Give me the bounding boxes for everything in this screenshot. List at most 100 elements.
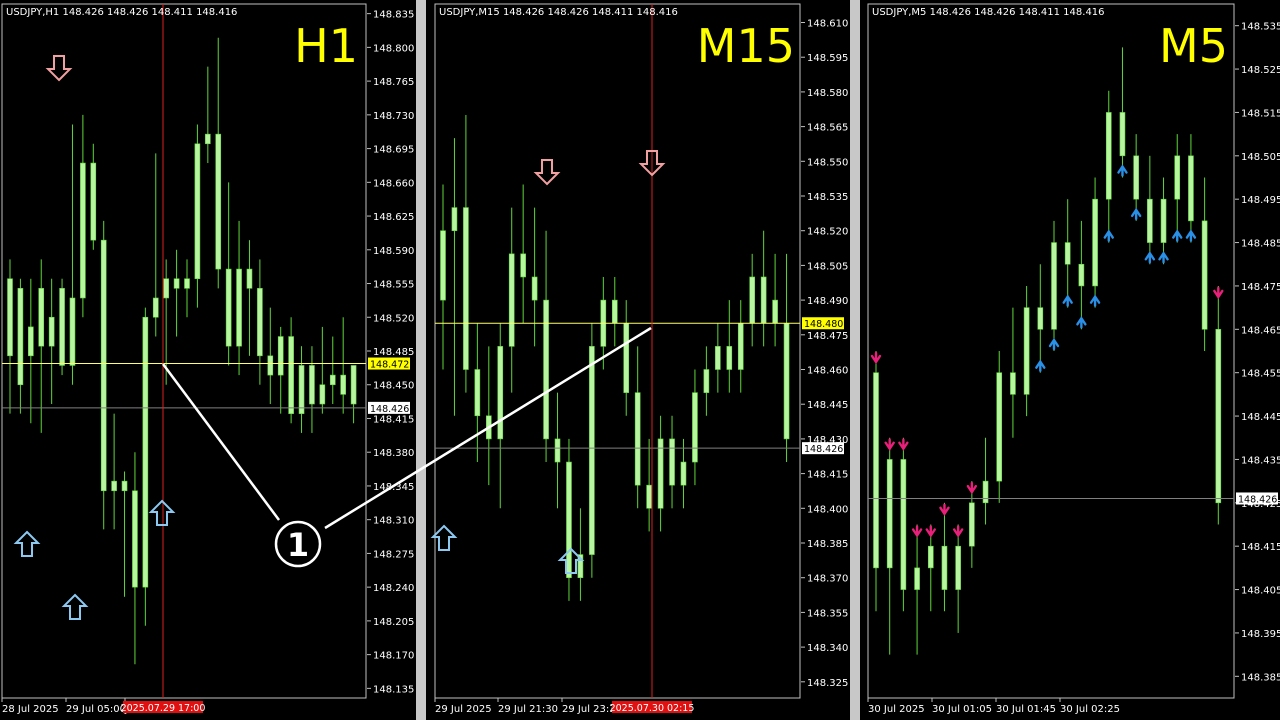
- y-tick-label: 148.565: [807, 123, 848, 134]
- timeframe-label: M5: [1159, 19, 1228, 73]
- candle-body-bull: [80, 162, 86, 299]
- y-tick-label: 148.205: [373, 617, 414, 628]
- y-tick-label: 148.475: [807, 331, 848, 342]
- candle-body-bull: [298, 365, 305, 414]
- y-tick-label: 148.625: [373, 212, 414, 223]
- candle-body-bull: [329, 374, 336, 386]
- y-axis: 148.835 148.800 148.765 148.730 148.695 148.6…: [367, 10, 414, 695]
- x-tick-label: 29 Jul 2025: [435, 704, 492, 715]
- chart-header: USDJPY,M15 148.426 148.426 148.411 148.4…: [439, 7, 678, 18]
- x-tick-label: 30 Jul 02:25: [1060, 704, 1120, 715]
- window-separator: [416, 0, 426, 720]
- y-tick-label: 148.490: [807, 296, 848, 307]
- candle-body-bear: [623, 322, 630, 393]
- candle-body-bear: [257, 288, 263, 357]
- candle-body-bear: [1078, 263, 1085, 287]
- candle-body-bear: [132, 490, 138, 588]
- candle-body-bull: [703, 369, 710, 393]
- candle: [142, 307, 149, 626]
- candle-body-bear: [873, 372, 879, 569]
- candle-body-bear: [1147, 198, 1153, 243]
- y-tick-label: 148.590: [373, 246, 414, 257]
- y-tick-label: 148.275: [373, 549, 414, 560]
- price-tag-label: 148.426: [804, 444, 843, 455]
- candle-body-bear: [1133, 155, 1139, 200]
- y-tick-label: 148.445: [807, 400, 848, 411]
- y-tick-label: 148.505: [807, 261, 848, 272]
- y-tick-label: 148.580: [807, 88, 848, 99]
- candle-body-bear: [1201, 220, 1208, 330]
- timeframe-label: H1: [294, 19, 358, 73]
- y-tick-label: 148.535: [807, 192, 848, 203]
- candle-body-bear: [1119, 112, 1126, 157]
- candle-body-bear: [1188, 155, 1194, 222]
- candle: [566, 438, 572, 601]
- candle: [996, 351, 1003, 503]
- y-tick-label: 148.460: [807, 366, 848, 377]
- y-tick-label: 148.400: [807, 504, 848, 515]
- y-tick-label: 148.355: [807, 608, 848, 619]
- timeframe-label: M15: [697, 19, 795, 73]
- candle-body-bull: [440, 230, 446, 301]
- candle-body-bull: [886, 459, 893, 569]
- y-tick-label: 148.415: [373, 414, 414, 425]
- candle-body-bull: [152, 297, 159, 318]
- candle-body-bear: [340, 374, 346, 395]
- y-tick-label: 148.765: [373, 77, 414, 88]
- x-tick-label: 30 Jul 01:45: [996, 704, 1056, 715]
- candle-body-bull: [277, 336, 284, 376]
- y-tick-label: 148.660: [373, 178, 414, 189]
- candle-body-bear: [90, 162, 97, 241]
- y-tick-label: 148.555: [373, 280, 414, 291]
- candle-body-bull: [692, 392, 698, 463]
- candle: [100, 220, 107, 530]
- candle-body-bull: [497, 346, 504, 440]
- y-tick-label: 148.610: [807, 19, 848, 30]
- candle-body-bull: [1092, 198, 1098, 287]
- candle-body-bull: [28, 326, 34, 357]
- y-tick-label: 148.370: [807, 574, 848, 585]
- candle-body-bear: [531, 276, 538, 301]
- candle-body-bull: [955, 545, 961, 590]
- y-tick-label: 148.395: [1241, 629, 1280, 640]
- y-tick-label: 148.385: [807, 539, 848, 550]
- candle-body-bear: [941, 545, 948, 590]
- x-tick-label: 29 Jul 05:00: [66, 704, 126, 715]
- candle-body-bull: [982, 480, 989, 504]
- candle-body-bear: [38, 288, 45, 347]
- candle-body-bear: [288, 336, 294, 414]
- candle: [589, 323, 595, 578]
- candle-body-bull: [657, 438, 664, 509]
- candle-body-bear: [309, 365, 315, 405]
- candle-body-bull: [589, 346, 595, 555]
- y-tick-label: 148.340: [807, 643, 848, 654]
- y-tick-label: 148.170: [373, 651, 414, 662]
- y-tick-label: 148.455: [1241, 369, 1280, 380]
- candle: [59, 278, 65, 376]
- candle-body-bear: [543, 299, 549, 440]
- y-tick-label: 148.520: [373, 313, 414, 324]
- y-tick-label: 148.535: [1241, 22, 1280, 33]
- candle-body-bull: [184, 278, 190, 289]
- bid-tag-label: 148.472: [370, 360, 409, 371]
- candle-body-bull: [194, 143, 201, 280]
- candle-body-bull: [1105, 112, 1112, 200]
- candle-body-bull: [1023, 307, 1030, 395]
- candle-body-bear: [173, 278, 180, 289]
- candle-body-bull: [142, 316, 149, 588]
- y-tick-label: 148.695: [373, 145, 414, 156]
- workspace-background: [0, 0, 1280, 720]
- candle-body-bear: [1037, 307, 1044, 330]
- candle-body-bull: [969, 502, 975, 547]
- candle-body-bear: [1064, 242, 1071, 265]
- candle-body-bull: [69, 297, 76, 366]
- candle-body-bear: [474, 369, 481, 417]
- candle-body-bull: [1174, 155, 1181, 200]
- candle-body-bear: [59, 288, 65, 366]
- y-tick-label: 148.415: [807, 470, 848, 481]
- candle-body-bull: [508, 253, 515, 347]
- y-tick-label: 148.475: [1241, 282, 1280, 293]
- cursor-time-label: 2025.07.30 02:15: [610, 703, 695, 714]
- y-tick-label: 148.800: [373, 43, 414, 54]
- x-tick-label: 28 Jul 2025: [2, 704, 59, 715]
